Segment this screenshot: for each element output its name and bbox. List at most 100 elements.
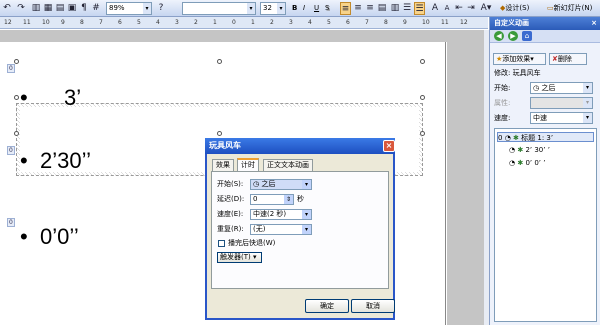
animation-list[interactable]: 0 ◔ ✱ 标题 1: 3’ ◔ ✱ 2’ 30’ ’ ◔ ✱ 0’ 0’ ’ [494,128,597,322]
bullet-marker: • [20,148,28,173]
ruler-tick: 5 [327,19,331,26]
animation-tag: 0 [7,146,15,155]
remove-button[interactable]: ✘删除 [549,53,587,65]
resize-handle[interactable] [420,131,425,136]
close-icon[interactable]: × [589,18,599,28]
ruler-tick: 12 [4,19,12,26]
bullet-marker: • [20,85,28,110]
tables-borders-icon[interactable]: ▤ [55,2,65,15]
align-right-icon[interactable]: ≡ [365,2,375,15]
dialog-title-bar[interactable]: 玩具风车 × [205,138,395,154]
trigger-button[interactable]: 触发器(T) ▾ [217,252,262,263]
show-formatting-icon[interactable]: ¶ [79,2,89,15]
animation-text: 0’ 0’ ’ [525,159,546,167]
chevron-down-icon: ▾ [302,180,311,189]
tab-effect[interactable]: 效果 [212,159,234,171]
align-left-icon[interactable]: ≡ [340,2,351,15]
slide-line-3[interactable]: 0’0’’ [40,224,79,250]
resize-handle[interactable] [420,95,425,100]
font-size-select[interactable]: 32 ▾ [260,2,286,15]
rewind-checkbox[interactable] [218,240,225,247]
start-select[interactable]: ◷ 之后 ▾ [530,82,593,94]
distributed-icon[interactable]: ▤ [377,2,387,15]
pane-nav-bar: ◀ ▶ ⌂ [490,30,600,43]
chevron-down-icon: ▾ [143,3,151,14]
slide-background-right [447,42,484,325]
insert-table-icon[interactable]: ▦ [43,2,53,15]
close-icon[interactable]: × [383,140,395,152]
numbering-icon[interactable]: ☰ [402,2,412,15]
shadow-button[interactable]: S [323,2,331,15]
chevron-down-icon: ▾ [252,253,257,261]
speed-label: 速度(E): [217,210,244,218]
resize-handle[interactable] [217,131,222,136]
increase-indent-icon[interactable]: ⇥ [466,2,476,15]
ruler-tick: 3 [175,19,179,26]
delay-unit: 秒 [297,195,304,203]
design-label: 设计(S) [505,4,530,12]
animation-item[interactable]: ◔ ✱ 2’ 30’ ’ [509,145,550,155]
speed-select[interactable]: 中速(2 秒) ▾ [250,209,312,220]
resize-handle[interactable] [14,95,19,100]
home-icon[interactable]: ⌂ [522,31,532,41]
italic-button[interactable]: I [301,2,307,15]
decrease-indent-icon[interactable]: ⇤ [454,2,464,15]
animation-item[interactable]: ◔ ✱ 0’ 0’ ’ [509,158,546,168]
font-color-icon[interactable]: A▾ [480,2,492,15]
insert-picture-icon[interactable]: ▣ [67,2,77,15]
resize-handle[interactable] [217,59,222,64]
repeat-select[interactable]: (无) ▾ [250,224,312,235]
horizontal-ruler: 12 11 10 9 8 7 6 5 4 3 2 1 0 1 2 3 4 5 6 7 8 9 10 11 12 [0,17,488,29]
forward-icon[interactable]: ▶ [508,31,518,41]
mouse-icon: ◔ [509,159,516,167]
resize-handle[interactable] [14,59,19,64]
zoom-select[interactable]: 89% ▾ [106,2,152,15]
ruler-tick: 0 [232,19,236,26]
insert-chart-icon[interactable]: ▥ [31,2,41,15]
ruler-tick: 3 [289,19,293,26]
animation-text: 标题 1: 3’ [521,134,554,142]
speed-select[interactable]: 中速 ▾ [530,112,593,124]
start-select[interactable]: ◷ 之后 ▾ [250,179,312,190]
increase-font-icon[interactable]: A [430,2,440,15]
bullets-icon[interactable]: ☰ [414,2,425,15]
design-button[interactable]: ◆设计(S) [498,2,531,15]
animation-item[interactable]: 0 ◔ ✱ 标题 1: 3’ [497,132,594,142]
clock-icon: ◷ [253,180,260,188]
chevron-down-icon: ▾ [583,113,592,123]
ok-button[interactable]: 确定 [305,299,349,313]
back-icon[interactable]: ◀ [494,31,504,41]
slide-line-1[interactable]: 3’ [64,85,81,111]
decrease-font-icon[interactable]: A [442,2,452,15]
speed-value: 中速 [533,114,547,122]
ruler-tick: 11 [23,19,31,26]
align-center-icon[interactable]: ≡ [353,2,363,15]
spinner-icon[interactable]: ⇕ [284,195,293,204]
delay-value: 0 [253,195,258,203]
resize-handle[interactable] [14,131,19,136]
cancel-button[interactable]: 取消 [351,299,395,313]
grid-icon[interactable]: # [91,2,101,15]
slide-line-2[interactable]: 2’30’’ [40,148,91,174]
columns-icon[interactable]: ▥ [390,2,400,15]
new-slide-button[interactable]: ▭新幻灯片(N) [545,2,594,15]
tab-text-animation[interactable]: 正文文本动画 [263,159,313,171]
formatting-toolbar: ↶ ↷ ▥ ▦ ▤ ▣ ¶ # 89% ▾ ? ▾ 32 ▾ B I U S ≡ ≡… [0,0,600,17]
pane-title-bar: 自定义动画 × [490,17,600,30]
tab-timing[interactable]: 计时 [237,158,259,172]
underline-button[interactable]: U [312,2,321,15]
undo-icon[interactable]: ↶ [2,2,12,15]
slide-background-top [0,30,484,42]
add-effect-button[interactable]: ★添加效果▾ [493,53,546,65]
redo-icon[interactable]: ↷ [16,2,26,15]
resize-handle[interactable] [420,59,425,64]
font-name-select[interactable]: ▾ [182,2,256,15]
repeat-label: 重复(R): [217,225,244,233]
chevron-down-icon: ▾ [277,3,285,14]
help-icon[interactable]: ? [156,2,166,15]
font-size-value: 32 [263,4,272,12]
bold-button[interactable]: B [290,2,299,15]
chevron-down-icon: ▾ [530,55,534,63]
delay-input[interactable]: 0 ⇕ [250,194,294,205]
pinwheel-icon: ✱ [517,146,524,154]
